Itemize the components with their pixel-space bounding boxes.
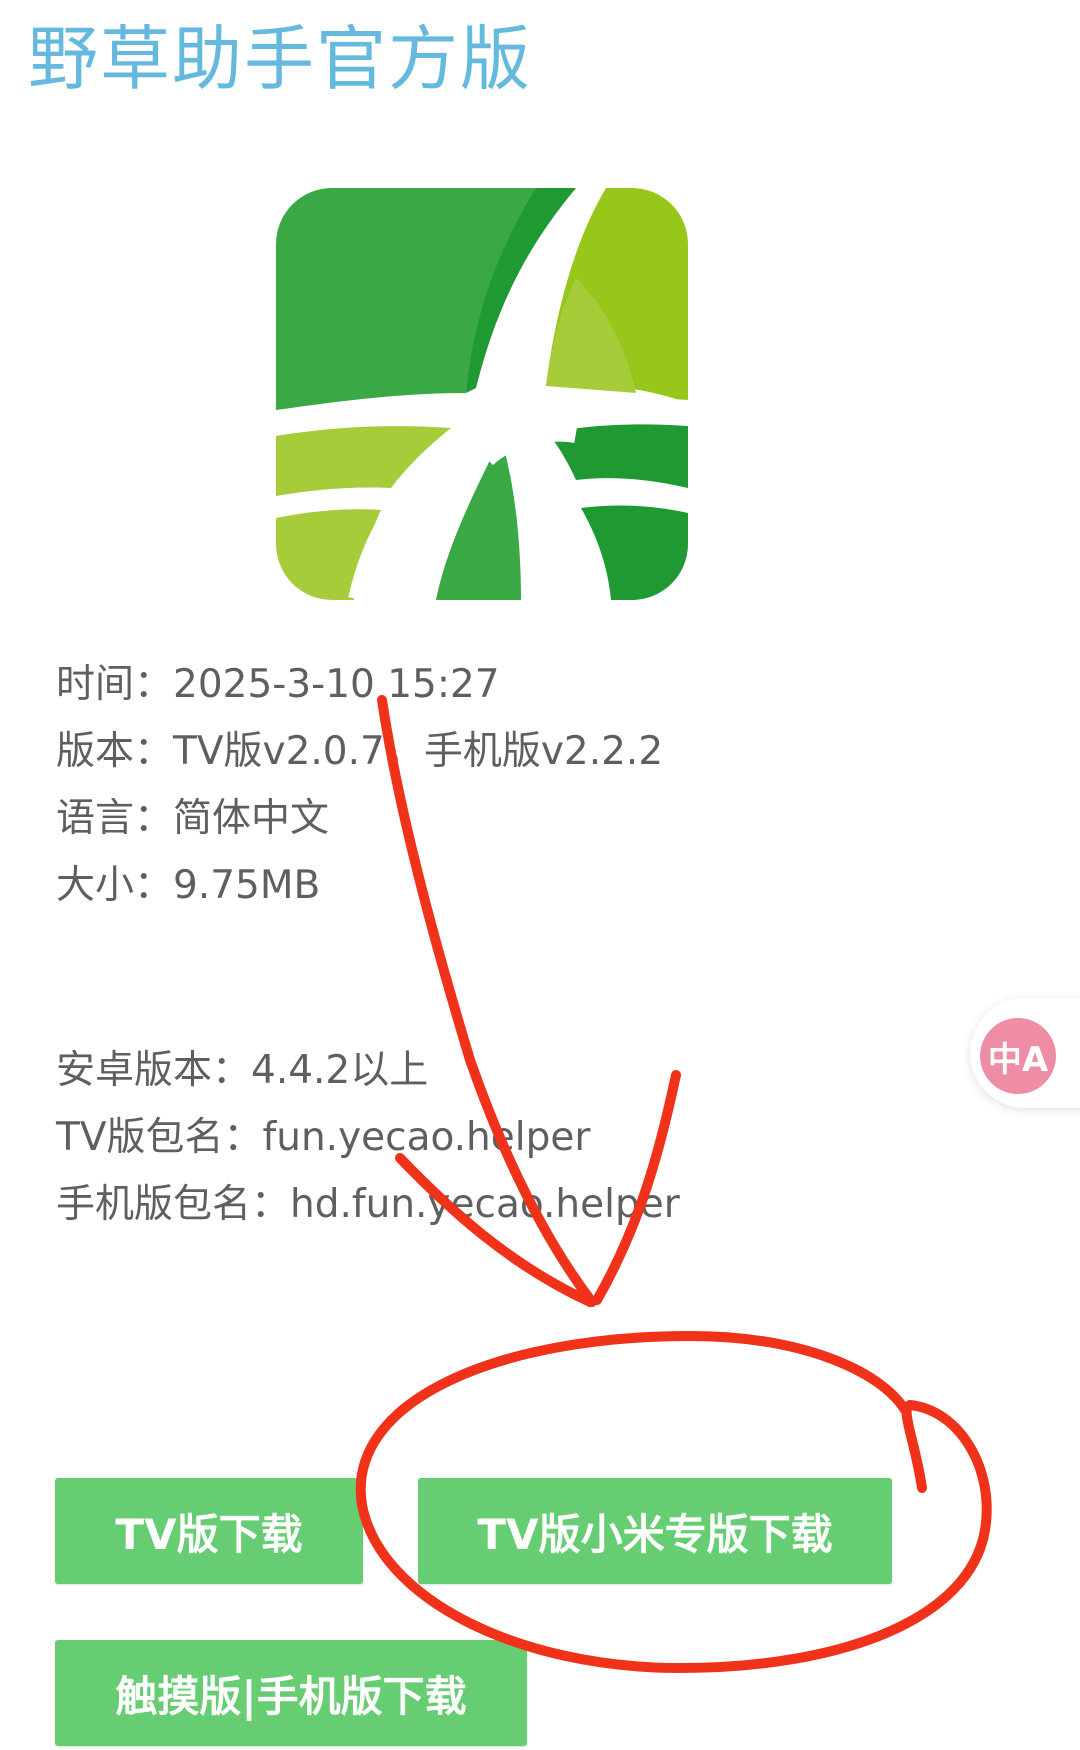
info-android-version: 安卓版本：4.4.2以上 <box>56 1048 429 1093</box>
info-time: 时间：2025-3-10 15:27 <box>56 662 500 707</box>
info-version: 版本：TV版v2.0.7，手机版v2.2.2 <box>56 729 664 774</box>
app-logo-icon <box>276 188 688 600</box>
touch-phone-download-button[interactable]: 触摸版|手机版下载 <box>55 1640 527 1746</box>
info-tv-package: TV版包名：fun.yecao.helper <box>56 1115 591 1160</box>
info-phone-package: 手机版包名：hd.fun.yecao.helper <box>56 1182 680 1227</box>
info-language: 语言：简体中文 <box>56 796 330 841</box>
tv-xiaomi-download-button[interactable]: TV版小米专版下载 <box>418 1478 892 1584</box>
translate-icon[interactable]: 中A <box>980 1018 1056 1094</box>
translate-floating-bubble[interactable]: 中A <box>970 998 1080 1108</box>
page-title: 野草助手官方版 <box>28 18 532 100</box>
tv-download-button[interactable]: TV版下载 <box>55 1478 363 1584</box>
info-size: 大小：9.75MB <box>56 863 321 908</box>
